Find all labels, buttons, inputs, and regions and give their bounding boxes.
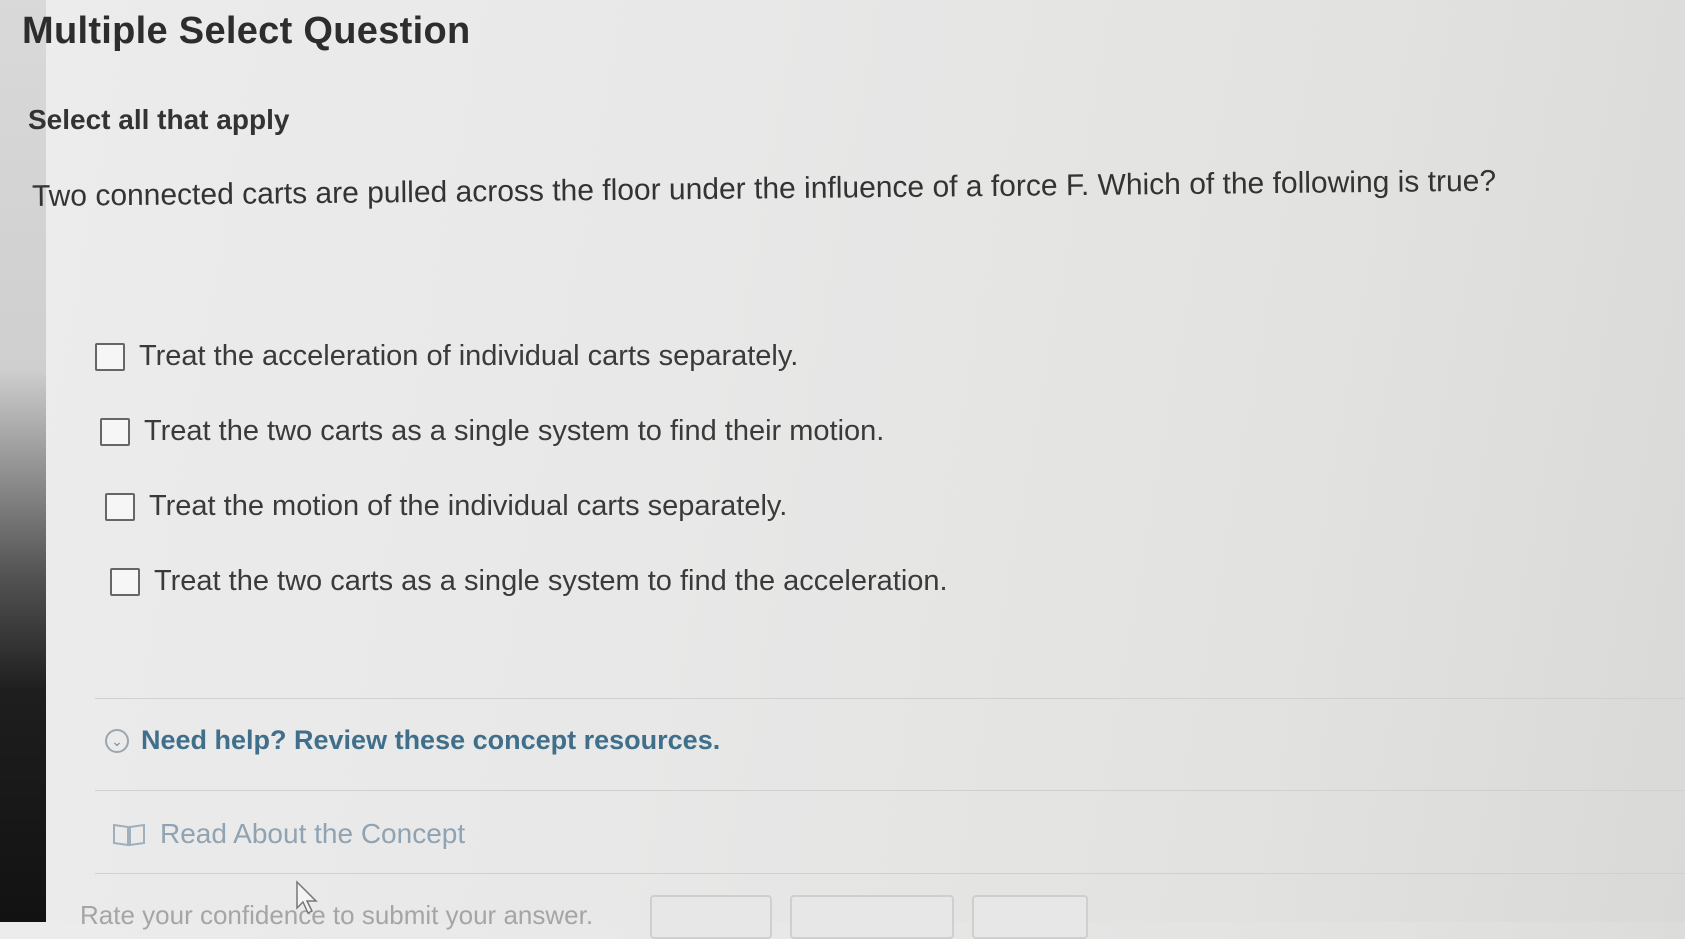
divider [95, 698, 1685, 699]
book-icon [113, 823, 145, 847]
divider [95, 873, 1685, 874]
confidence-button-1[interactable] [650, 895, 772, 939]
option-4-checkbox[interactable] [110, 567, 140, 596]
option-2-label: Treat the two carts as a single system t… [144, 415, 885, 447]
read-about-concept-link[interactable]: Read About the Concept [112, 818, 465, 850]
question-prompt: Two connected carts are pulled across th… [31, 164, 1497, 213]
read-about-concept-label: Read About the Concept [160, 818, 466, 849]
option-1-checkbox[interactable] [95, 342, 125, 371]
option-2[interactable]: Treat the two carts as a single system t… [100, 415, 884, 448]
divider [95, 790, 1685, 791]
question-page: Multiple Select Question Select all that… [0, 0, 1685, 939]
option-1[interactable]: Treat the acceleration of individual car… [95, 340, 798, 373]
chevron-down-circle-icon: ⌄ [105, 728, 129, 753]
mouse-cursor-icon [296, 880, 318, 915]
option-1-label: Treat the acceleration of individual car… [139, 340, 799, 372]
confidence-button-3[interactable] [972, 895, 1088, 939]
option-4-label: Treat the two carts as a single system t… [154, 565, 948, 597]
option-3-label: Treat the motion of the individual carts… [149, 490, 788, 522]
help-label: Need help? Review these concept resource… [141, 725, 721, 755]
instruction-text: Select all that apply [28, 104, 290, 135]
option-4[interactable]: Treat the two carts as a single system t… [110, 565, 948, 598]
help-toggle[interactable]: ⌄ Need help? Review these concept resour… [105, 725, 720, 756]
confidence-prompt: Rate your confidence to submit your answ… [80, 900, 594, 930]
option-3-checkbox[interactable] [105, 492, 135, 521]
option-3[interactable]: Treat the motion of the individual carts… [105, 490, 787, 523]
confidence-button-2[interactable] [790, 895, 954, 939]
page-title: Multiple Select Question [22, 10, 471, 52]
option-2-checkbox[interactable] [100, 417, 130, 446]
